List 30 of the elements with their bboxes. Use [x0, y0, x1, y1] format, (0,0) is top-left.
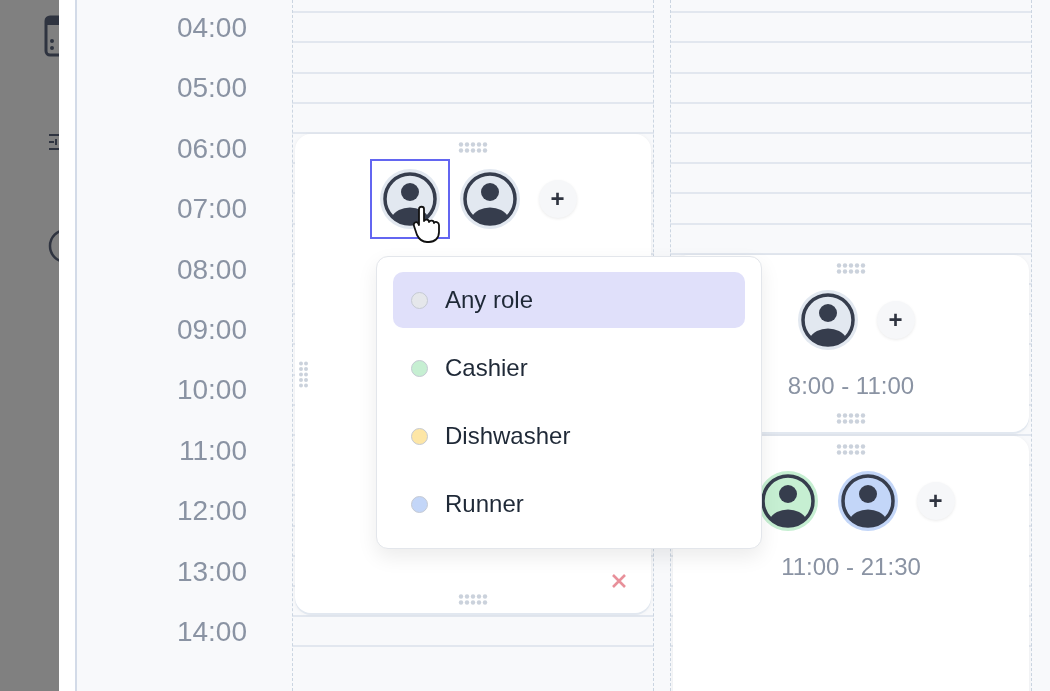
shift-time: 11:00 - 21:30 [781, 553, 921, 581]
time-label: 10:00 [176, 373, 247, 408]
add-button[interactable]: + [538, 180, 577, 218]
time-label: 07:00 [176, 192, 247, 227]
add-button[interactable]: + [876, 301, 915, 339]
time-label: 11:00 [179, 433, 247, 468]
add-button[interactable]: + [916, 482, 955, 520]
time-label: 14:00 [176, 614, 247, 649]
resize-handle-icon[interactable] [299, 360, 308, 388]
time-label: 08:00 [176, 252, 247, 287]
time-label: 05:00 [176, 71, 247, 106]
role-label: Cashier [445, 354, 528, 382]
time-label: 12:00 [176, 494, 247, 529]
drag-handle-icon[interactable] [836, 263, 866, 274]
role-label: Dishwasher [445, 422, 571, 450]
shift-time: 8:00 - 11:00 [787, 372, 915, 400]
time-label: 09:00 [176, 312, 247, 347]
role-label: Any role [445, 286, 534, 314]
time-label: 13:00 [176, 554, 247, 589]
drag-handle-icon[interactable] [458, 594, 488, 605]
drag-handle-icon[interactable] [458, 142, 488, 153]
list-icon [48, 132, 59, 152]
role-option[interactable]: Any role [393, 272, 745, 328]
drag-handle-icon[interactable] [836, 444, 866, 455]
drag-handle-icon[interactable] [836, 413, 866, 424]
time-label: 04:00 [176, 11, 247, 45]
time-label: 06:00 [176, 131, 247, 166]
delete-icon[interactable] [611, 573, 627, 589]
calendar-icon [44, 15, 59, 57]
role-label: Runner [445, 490, 524, 518]
